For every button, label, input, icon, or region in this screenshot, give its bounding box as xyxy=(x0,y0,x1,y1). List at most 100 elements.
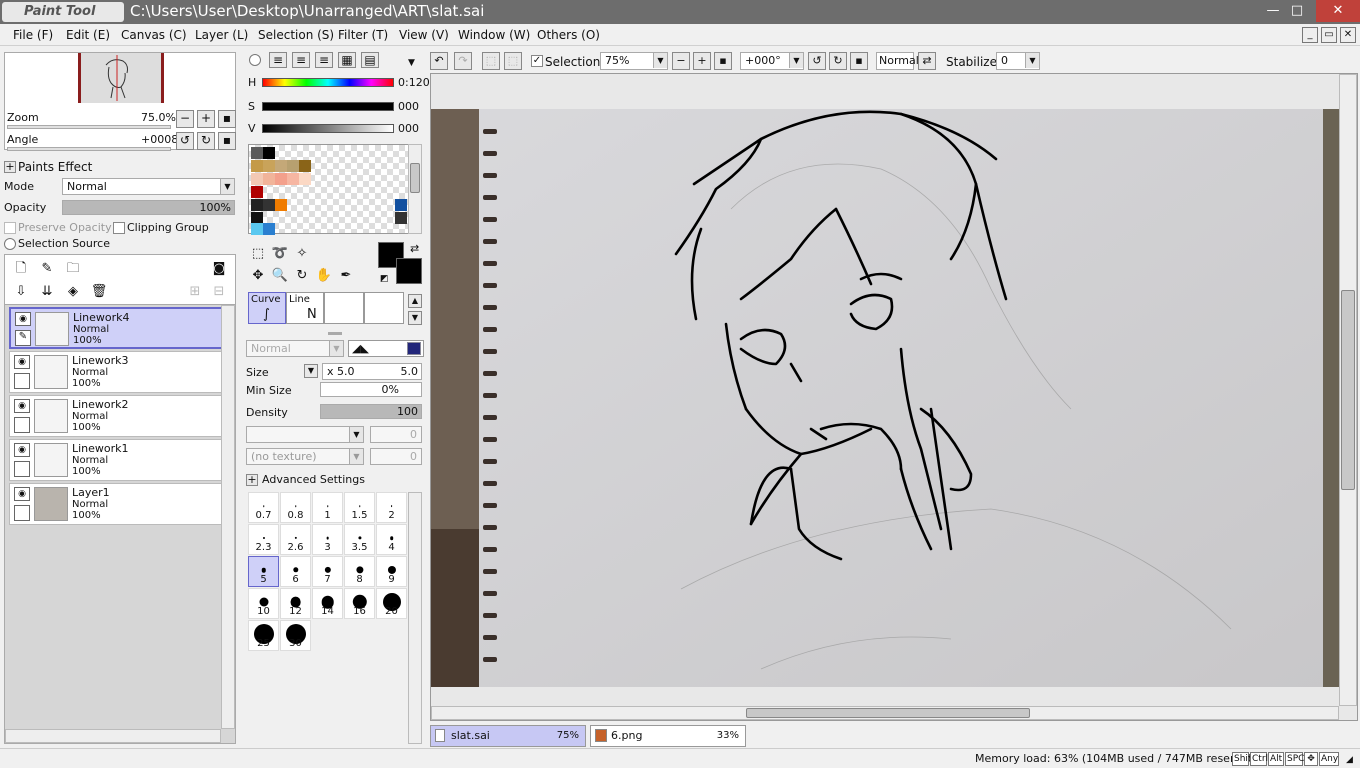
transfer-down-icon[interactable]: ⇩ xyxy=(11,282,31,302)
saturation-slider[interactable] xyxy=(262,102,394,111)
brush-size-cell[interactable]: 2.6 xyxy=(280,524,311,555)
eye-icon[interactable]: ◉ xyxy=(15,312,31,326)
zoom-reset-button[interactable]: ▪ xyxy=(218,110,236,128)
maximize-button[interactable]: □ xyxy=(1280,0,1314,22)
clipping-group-checkbox[interactable] xyxy=(113,222,125,234)
canvas-vscrollbar[interactable] xyxy=(1339,74,1357,706)
brush-size-cell[interactable]: 2.3 xyxy=(248,524,279,555)
brush-size-cell[interactable]: 0.8 xyxy=(280,492,311,523)
lasso-tool-icon[interactable]: ➰ xyxy=(270,244,290,264)
reset-colors-icon[interactable]: ◩ xyxy=(380,274,389,284)
canvas-area[interactable] xyxy=(430,73,1358,721)
new-folder-icon[interactable]: 🗀 xyxy=(63,259,83,279)
move-tool-icon[interactable]: ✥ xyxy=(248,266,268,286)
zoom-select[interactable]: 75% ▼ xyxy=(600,52,668,70)
brush-size-cell[interactable]: 25 xyxy=(248,620,279,651)
toolbar-rotate-reset[interactable]: ▪ xyxy=(850,52,868,70)
swatch[interactable] xyxy=(251,186,263,198)
stabilizer-select[interactable]: 0 ▼ xyxy=(996,52,1040,70)
menu-layer[interactable]: Layer (L) xyxy=(195,28,248,42)
tool-slot-empty[interactable] xyxy=(324,292,364,324)
swatch[interactable] xyxy=(395,212,407,224)
swatch[interactable] xyxy=(299,160,311,172)
swatch[interactable] xyxy=(251,147,263,159)
brush-size-cell[interactable]: 20 xyxy=(376,588,407,619)
delete-mask-icon[interactable]: ⊟ xyxy=(209,282,229,302)
merge-down-icon[interactable]: ⇊ xyxy=(37,282,57,302)
curve-tool[interactable]: Curve ∫ xyxy=(248,292,286,324)
layer-item[interactable]: ◉ Linework2 Normal 100% xyxy=(9,395,223,437)
eye-icon[interactable]: ◉ xyxy=(14,487,30,501)
brush-shape-soft-icon[interactable]: ◢◣ xyxy=(352,342,369,355)
brush-shape-selector[interactable]: ◢◣ xyxy=(348,340,424,357)
eye-icon[interactable]: ◉ xyxy=(14,399,30,413)
brush-size-cell[interactable]: 10 xyxy=(248,588,279,619)
toolbar-zoom-out[interactable]: − xyxy=(672,52,690,70)
color-wheel-toggle[interactable] xyxy=(249,54,261,66)
layer-mask-icon[interactable]: ◙ xyxy=(209,259,229,279)
zoom-tool-icon[interactable]: 🔍 xyxy=(270,266,290,286)
menu-edit[interactable]: Edit (E) xyxy=(66,28,110,42)
undo-button[interactable]: ↶ xyxy=(430,52,448,70)
paints-effect-expand-icon[interactable]: + xyxy=(4,161,16,173)
layer-lock-box[interactable] xyxy=(14,417,30,433)
density-slider[interactable]: 100 xyxy=(320,404,422,419)
tools-scroll-down[interactable]: ▼ xyxy=(408,311,422,325)
angle-slider[interactable] xyxy=(7,147,171,151)
swatch-scroll-thumb[interactable] xyxy=(410,163,420,193)
texture-select[interactable]: (no texture) ▼ xyxy=(246,448,364,465)
brush-size-cell[interactable]: 14 xyxy=(312,588,343,619)
swatch[interactable] xyxy=(263,147,275,159)
swatch[interactable] xyxy=(263,199,275,211)
toolbar-zoom-in[interactable]: + xyxy=(693,52,711,70)
layer-lock-box[interactable] xyxy=(14,505,30,521)
size-preset-dropdown[interactable]: ▼ xyxy=(304,364,318,378)
swatch[interactable] xyxy=(287,173,299,185)
pencil-icon[interactable]: ✎ xyxy=(15,330,31,346)
tab-document[interactable]: slat.sai 75% xyxy=(430,725,586,747)
brush-size-cell[interactable]: 16 xyxy=(344,588,375,619)
selection-source-radio[interactable] xyxy=(4,238,16,250)
eyedropper-icon[interactable]: ✒ xyxy=(336,266,356,286)
swatch[interactable] xyxy=(251,199,263,211)
menu-canvas[interactable]: Canvas (C) xyxy=(121,28,187,42)
preserve-opacity-checkbox[interactable] xyxy=(4,222,16,234)
brush-size-cell[interactable]: 7 xyxy=(312,556,343,587)
swatch[interactable] xyxy=(263,160,275,172)
invert-selection-button[interactable]: ⬚ xyxy=(504,52,522,70)
swatch[interactable] xyxy=(251,223,263,235)
swatch[interactable] xyxy=(251,160,263,172)
swatch[interactable] xyxy=(395,199,407,211)
mode-select[interactable]: Normal ▼ xyxy=(62,178,235,195)
deselect-button[interactable]: ⬚ xyxy=(482,52,500,70)
min-size-slider[interactable]: 0% xyxy=(320,382,422,397)
opacity-slider[interactable]: 100% xyxy=(62,200,235,215)
brush-size-cell[interactable]: 9 xyxy=(376,556,407,587)
brush-size-cell[interactable]: 30 xyxy=(280,620,311,651)
brush-size-cell[interactable]: 1.5 xyxy=(344,492,375,523)
canvas-image[interactable] xyxy=(431,109,1339,687)
menu-view[interactable]: View (V) xyxy=(399,28,449,42)
menu-window[interactable]: Window (W) xyxy=(458,28,530,42)
hue-slider[interactable] xyxy=(262,78,394,87)
swatch-scrollbar[interactable] xyxy=(408,144,422,234)
tools-scroll-up[interactable]: ▲ xyxy=(408,294,422,308)
canvas-hscrollbar[interactable] xyxy=(431,706,1339,720)
delete-layer-icon[interactable]: 🗑 xyxy=(89,282,109,302)
new-linework-layer-icon[interactable]: ✎ xyxy=(37,259,57,279)
layer-hscrollbar[interactable] xyxy=(5,729,221,743)
panel-resize-handle[interactable] xyxy=(328,332,342,335)
flip-view-button[interactable]: ⇄ xyxy=(918,52,936,70)
brush-blend-select[interactable]: Normal ▼ xyxy=(246,340,344,357)
toolbar-rotate-right[interactable]: ↻ xyxy=(829,52,847,70)
marquee-tool-icon[interactable]: ⬚ xyxy=(248,244,268,264)
layer-item[interactable]: ◉ ✎ Linework4 Normal 100% xyxy=(9,307,223,349)
selection-checkbox[interactable]: ✓ xyxy=(531,55,543,67)
texture-amount[interactable]: 0 xyxy=(370,448,422,465)
advanced-expand-icon[interactable]: + xyxy=(246,474,258,486)
navigator-thumbnail[interactable] xyxy=(78,53,164,103)
menu-selection[interactable]: Selection (S) xyxy=(258,28,334,42)
brush-shape-hard-icon[interactable] xyxy=(407,342,421,355)
swatch[interactable] xyxy=(275,199,287,211)
canvas-hscroll-thumb[interactable] xyxy=(746,708,1030,718)
